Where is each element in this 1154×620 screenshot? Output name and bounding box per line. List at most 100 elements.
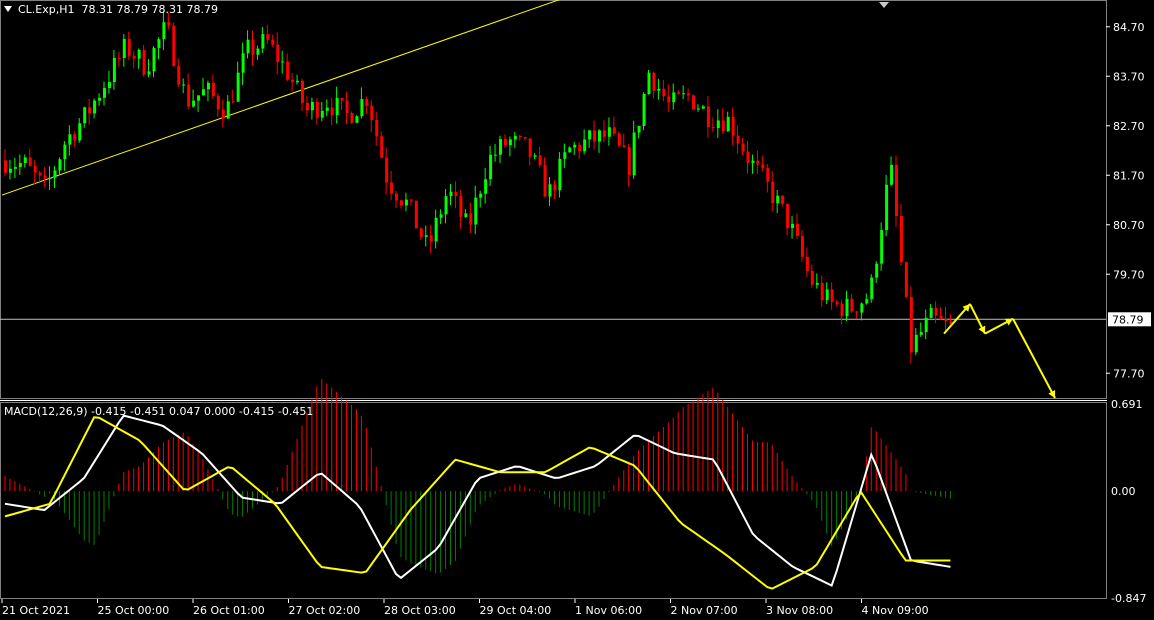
candle <box>786 203 790 229</box>
candle <box>895 164 898 216</box>
candle <box>88 107 92 114</box>
candle <box>499 139 502 155</box>
candle <box>414 200 418 229</box>
x-tick-label: 3 Nov 08:00 <box>766 604 833 617</box>
candle <box>657 88 661 91</box>
candle <box>484 179 488 194</box>
candle <box>315 101 319 118</box>
candle <box>791 223 795 229</box>
candle <box>746 151 750 163</box>
candle <box>246 39 250 54</box>
candle <box>370 105 374 121</box>
price-chart-canvas[interactable]: 84.70 83.70 82.70 81.70 80.70 79.70 77.70 78.79… <box>0 0 1154 620</box>
candle <box>291 79 295 83</box>
candle <box>78 123 82 141</box>
candle <box>513 136 517 140</box>
dropdown-triangle-icon[interactable] <box>4 6 12 12</box>
candle <box>518 136 522 138</box>
candle <box>810 270 814 285</box>
candle <box>776 195 780 204</box>
main-panel-frame <box>0 0 1107 399</box>
candle <box>43 175 47 179</box>
candle <box>568 147 572 153</box>
candle <box>340 97 344 101</box>
candle <box>147 71 151 75</box>
candle <box>424 235 428 237</box>
x-tick-label: 4 Nov 09:00 <box>862 604 929 617</box>
candle <box>266 34 270 40</box>
candle <box>533 155 537 157</box>
candle <box>320 110 324 118</box>
candle <box>429 235 433 242</box>
candle <box>301 80 304 103</box>
candle <box>642 93 646 127</box>
candle <box>434 217 438 242</box>
candle <box>701 106 705 109</box>
candle <box>771 181 775 204</box>
candle <box>330 107 334 116</box>
signal-line <box>4 416 951 590</box>
candle <box>13 167 17 169</box>
candle <box>553 184 557 191</box>
candle <box>939 315 943 320</box>
candle <box>241 53 245 73</box>
candle <box>919 332 923 335</box>
x-tick-label: 1 Nov 06:00 <box>575 604 642 617</box>
candle <box>444 196 448 215</box>
candle <box>335 97 339 116</box>
candle <box>206 82 210 90</box>
candle <box>662 88 666 97</box>
candle <box>8 168 12 173</box>
candle <box>538 155 542 166</box>
y-tick-label: 81.70 <box>1113 169 1145 182</box>
candle <box>380 136 384 158</box>
candle <box>112 57 116 82</box>
candle <box>142 49 146 75</box>
candle <box>360 99 364 117</box>
candle <box>860 303 864 313</box>
candle <box>563 152 567 159</box>
candle <box>256 48 260 55</box>
candle <box>899 215 903 263</box>
y-tick-label: 84.70 <box>1113 21 1145 34</box>
y-tick-label: 79.70 <box>1113 268 1145 281</box>
candle <box>177 66 181 85</box>
candle <box>870 277 874 300</box>
candle <box>459 196 463 217</box>
candle <box>830 289 834 302</box>
candle <box>607 127 611 137</box>
candle <box>890 164 894 185</box>
x-tick-label: 2 Nov 07:00 <box>671 604 738 617</box>
x-tick-label: 21 Oct 2021 <box>2 604 70 617</box>
candle <box>845 298 849 317</box>
candle <box>18 162 22 168</box>
ohlc-values: 78.31 78.79 78.31 78.79 <box>81 3 218 16</box>
candle <box>796 223 799 236</box>
candle <box>612 127 616 134</box>
candle <box>385 157 389 183</box>
candle <box>419 228 423 237</box>
candle <box>573 144 577 148</box>
candle <box>652 72 656 91</box>
candle <box>944 319 948 322</box>
candle <box>93 100 97 114</box>
candle <box>117 57 121 59</box>
projection-arrow[interactable] <box>1012 318 1056 399</box>
candle <box>647 72 651 94</box>
candle <box>281 61 285 63</box>
candle <box>855 311 859 313</box>
candle <box>494 154 498 156</box>
candle <box>880 230 884 264</box>
macd-header: MACD(12,26,9) -0.415 -0.451 0.047 0.000 … <box>4 405 314 418</box>
candle <box>508 139 512 146</box>
candle <box>192 100 196 107</box>
candle <box>721 120 725 132</box>
candle <box>4 160 7 173</box>
candle <box>395 193 399 201</box>
candle <box>390 182 394 194</box>
candle <box>400 200 403 206</box>
chart-shift-marker[interactable] <box>879 2 889 8</box>
candle <box>197 95 201 101</box>
candle <box>865 299 869 304</box>
candle <box>929 307 933 318</box>
